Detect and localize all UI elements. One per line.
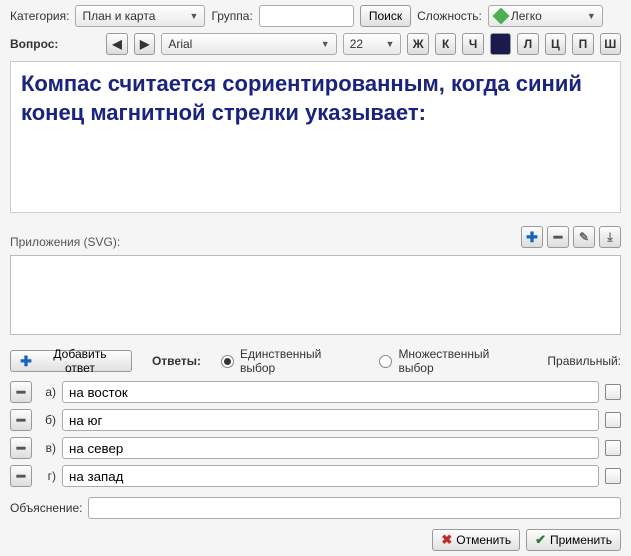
minus-icon: ━ <box>14 441 28 455</box>
answer-input[interactable] <box>62 437 599 459</box>
answer-input[interactable] <box>62 381 599 403</box>
multiple-choice-radio[interactable]: Множественный выбор <box>379 347 527 375</box>
category-value: План и карта <box>82 9 155 23</box>
group-input[interactable] <box>259 5 354 27</box>
correct-label: Правильный: <box>547 354 621 368</box>
align-left-button[interactable]: Л <box>517 33 538 55</box>
add-answer-button[interactable]: ✚ Добавить ответ <box>10 350 132 372</box>
search-button[interactable]: Поиск <box>360 5 411 27</box>
align-center-button[interactable]: Ц <box>545 33 566 55</box>
attach-add-button[interactable]: ✚ <box>521 226 543 248</box>
answer-input[interactable] <box>62 465 599 487</box>
question-label: Вопрос: <box>10 37 58 51</box>
remove-answer-button[interactable]: ━ <box>10 437 32 459</box>
answer-letter: в) <box>38 441 56 455</box>
remove-answer-button[interactable]: ━ <box>10 381 32 403</box>
font-value: Arial <box>168 37 192 51</box>
chevron-down-icon: ▼ <box>321 39 330 49</box>
plus-icon: ✚ <box>525 230 539 244</box>
cancel-button[interactable]: ✖ Отменить <box>432 529 520 551</box>
color-button[interactable] <box>490 33 511 55</box>
explain-label: Объяснение: <box>10 501 82 515</box>
font-combo[interactable]: Arial ▼ <box>161 33 336 55</box>
explain-input[interactable] <box>88 497 621 519</box>
answer-input[interactable] <box>62 409 599 431</box>
attachments-label: Приложения (SVG): <box>10 235 120 249</box>
difficulty-label: Сложность: <box>417 9 482 23</box>
correct-checkbox[interactable] <box>605 412 621 428</box>
correct-checkbox[interactable] <box>605 384 621 400</box>
diamond-icon <box>492 8 509 25</box>
category-combo[interactable]: План и карта ▼ <box>75 5 205 27</box>
chevron-down-icon: ▼ <box>190 11 199 21</box>
minus-icon: ━ <box>14 469 28 483</box>
group-label: Группа: <box>211 9 252 23</box>
attach-remove-button[interactable]: ━ <box>547 226 569 248</box>
chevron-down-icon: ▼ <box>386 39 395 49</box>
answer-letter: а) <box>38 385 56 399</box>
export-icon: ⤓ <box>607 230 612 245</box>
radio-icon <box>221 355 234 368</box>
next-button[interactable]: ▶ <box>134 33 155 55</box>
bold-button[interactable]: Ж <box>407 33 428 55</box>
x-icon: ✖ <box>441 532 452 548</box>
difficulty-combo[interactable]: Легко ▼ <box>488 5 603 27</box>
remove-answer-button[interactable]: ━ <box>10 409 32 431</box>
pencil-icon: ✎ <box>579 230 589 244</box>
fontsize-value: 22 <box>350 37 363 51</box>
question-text: Компас считается сориентированным, когда… <box>21 70 610 127</box>
minus-icon: ━ <box>14 385 28 399</box>
answers-label: Ответы: <box>152 354 201 368</box>
align-justify-button[interactable]: Ш <box>600 33 621 55</box>
align-right-button[interactable]: П <box>572 33 593 55</box>
correct-checkbox[interactable] <box>605 440 621 456</box>
attach-export-button[interactable]: ⤓ <box>599 226 621 248</box>
italic-button[interactable]: К <box>435 33 456 55</box>
category-label: Категория: <box>10 9 69 23</box>
minus-icon: ━ <box>551 230 565 244</box>
check-icon: ✔ <box>535 532 546 548</box>
question-editor[interactable]: Компас считается сориентированным, когда… <box>10 61 621 213</box>
correct-checkbox[interactable] <box>605 468 621 484</box>
prev-button[interactable]: ◀ <box>106 33 127 55</box>
single-choice-radio[interactable]: Единственный выбор <box>221 347 359 375</box>
plus-icon: ✚ <box>19 354 33 368</box>
chevron-down-icon: ▼ <box>587 11 596 21</box>
answer-letter: г) <box>38 469 56 483</box>
difficulty-value: Легко <box>511 9 542 23</box>
attachments-area[interactable] <box>10 255 621 335</box>
underline-button[interactable]: Ч <box>462 33 483 55</box>
radio-icon <box>379 355 392 368</box>
remove-answer-button[interactable]: ━ <box>10 465 32 487</box>
attach-edit-button[interactable]: ✎ <box>573 226 595 248</box>
minus-icon: ━ <box>14 413 28 427</box>
apply-button[interactable]: ✔ Применить <box>526 529 621 551</box>
answer-letter: б) <box>38 413 56 427</box>
fontsize-combo[interactable]: 22 ▼ <box>343 33 402 55</box>
